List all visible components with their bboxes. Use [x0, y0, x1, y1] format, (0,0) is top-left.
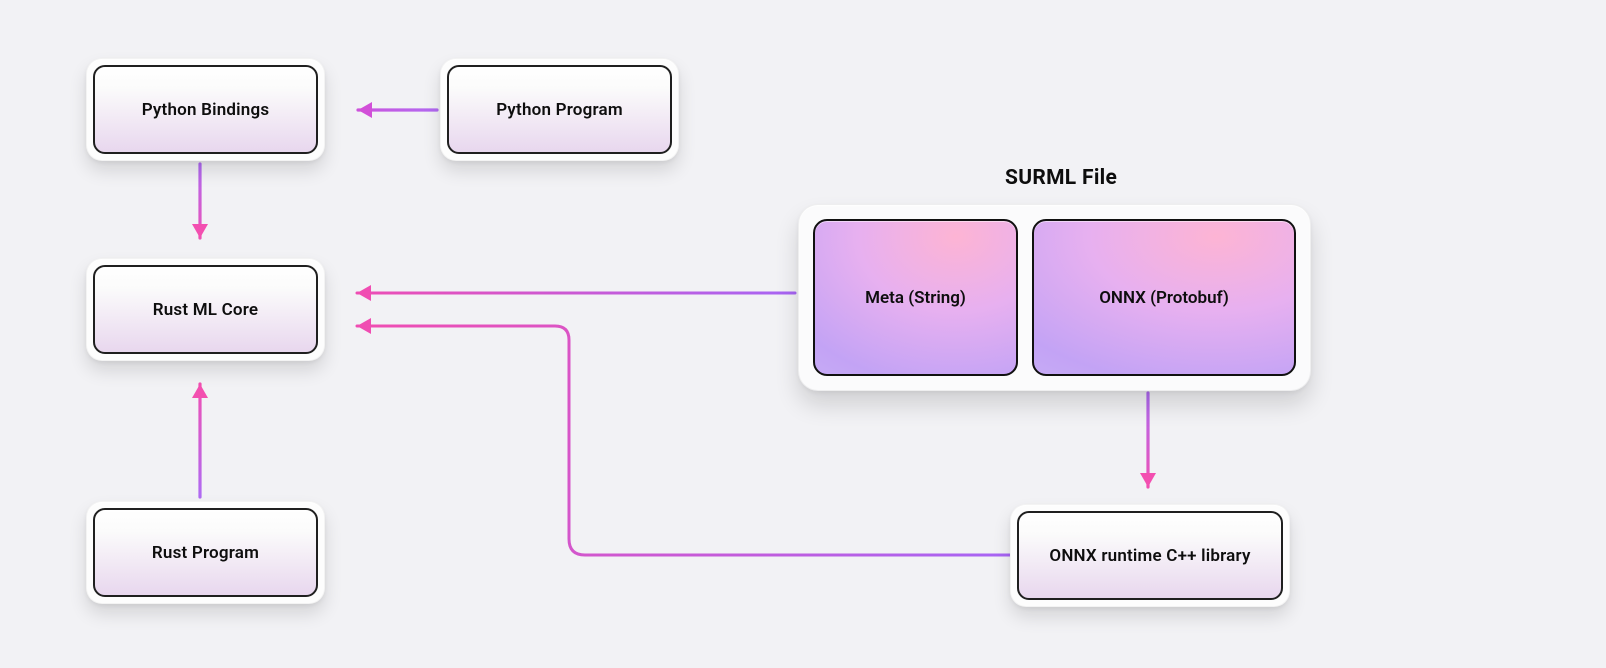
- node-label: Python Program: [447, 65, 672, 154]
- node-python-program: Python Program: [440, 58, 679, 161]
- node-rust-ml-core: Rust ML Core: [86, 258, 325, 361]
- node-python-bindings: Python Bindings: [86, 58, 325, 161]
- node-label: ONNX runtime C++ library: [1017, 511, 1283, 600]
- surml-meta-cell: Meta (String): [813, 219, 1018, 376]
- surml-title: SURML File: [1005, 166, 1117, 190]
- surml-onnx-cell: ONNX (Protobuf): [1032, 219, 1296, 376]
- node-rust-program: Rust Program: [86, 501, 325, 604]
- node-label: Rust ML Core: [93, 265, 318, 354]
- node-label: Python Bindings: [93, 65, 318, 154]
- surml-file-container: Meta (String) ONNX (Protobuf): [798, 204, 1311, 391]
- node-onnx-runtime: ONNX runtime C++ library: [1010, 504, 1290, 607]
- node-label: Rust Program: [93, 508, 318, 597]
